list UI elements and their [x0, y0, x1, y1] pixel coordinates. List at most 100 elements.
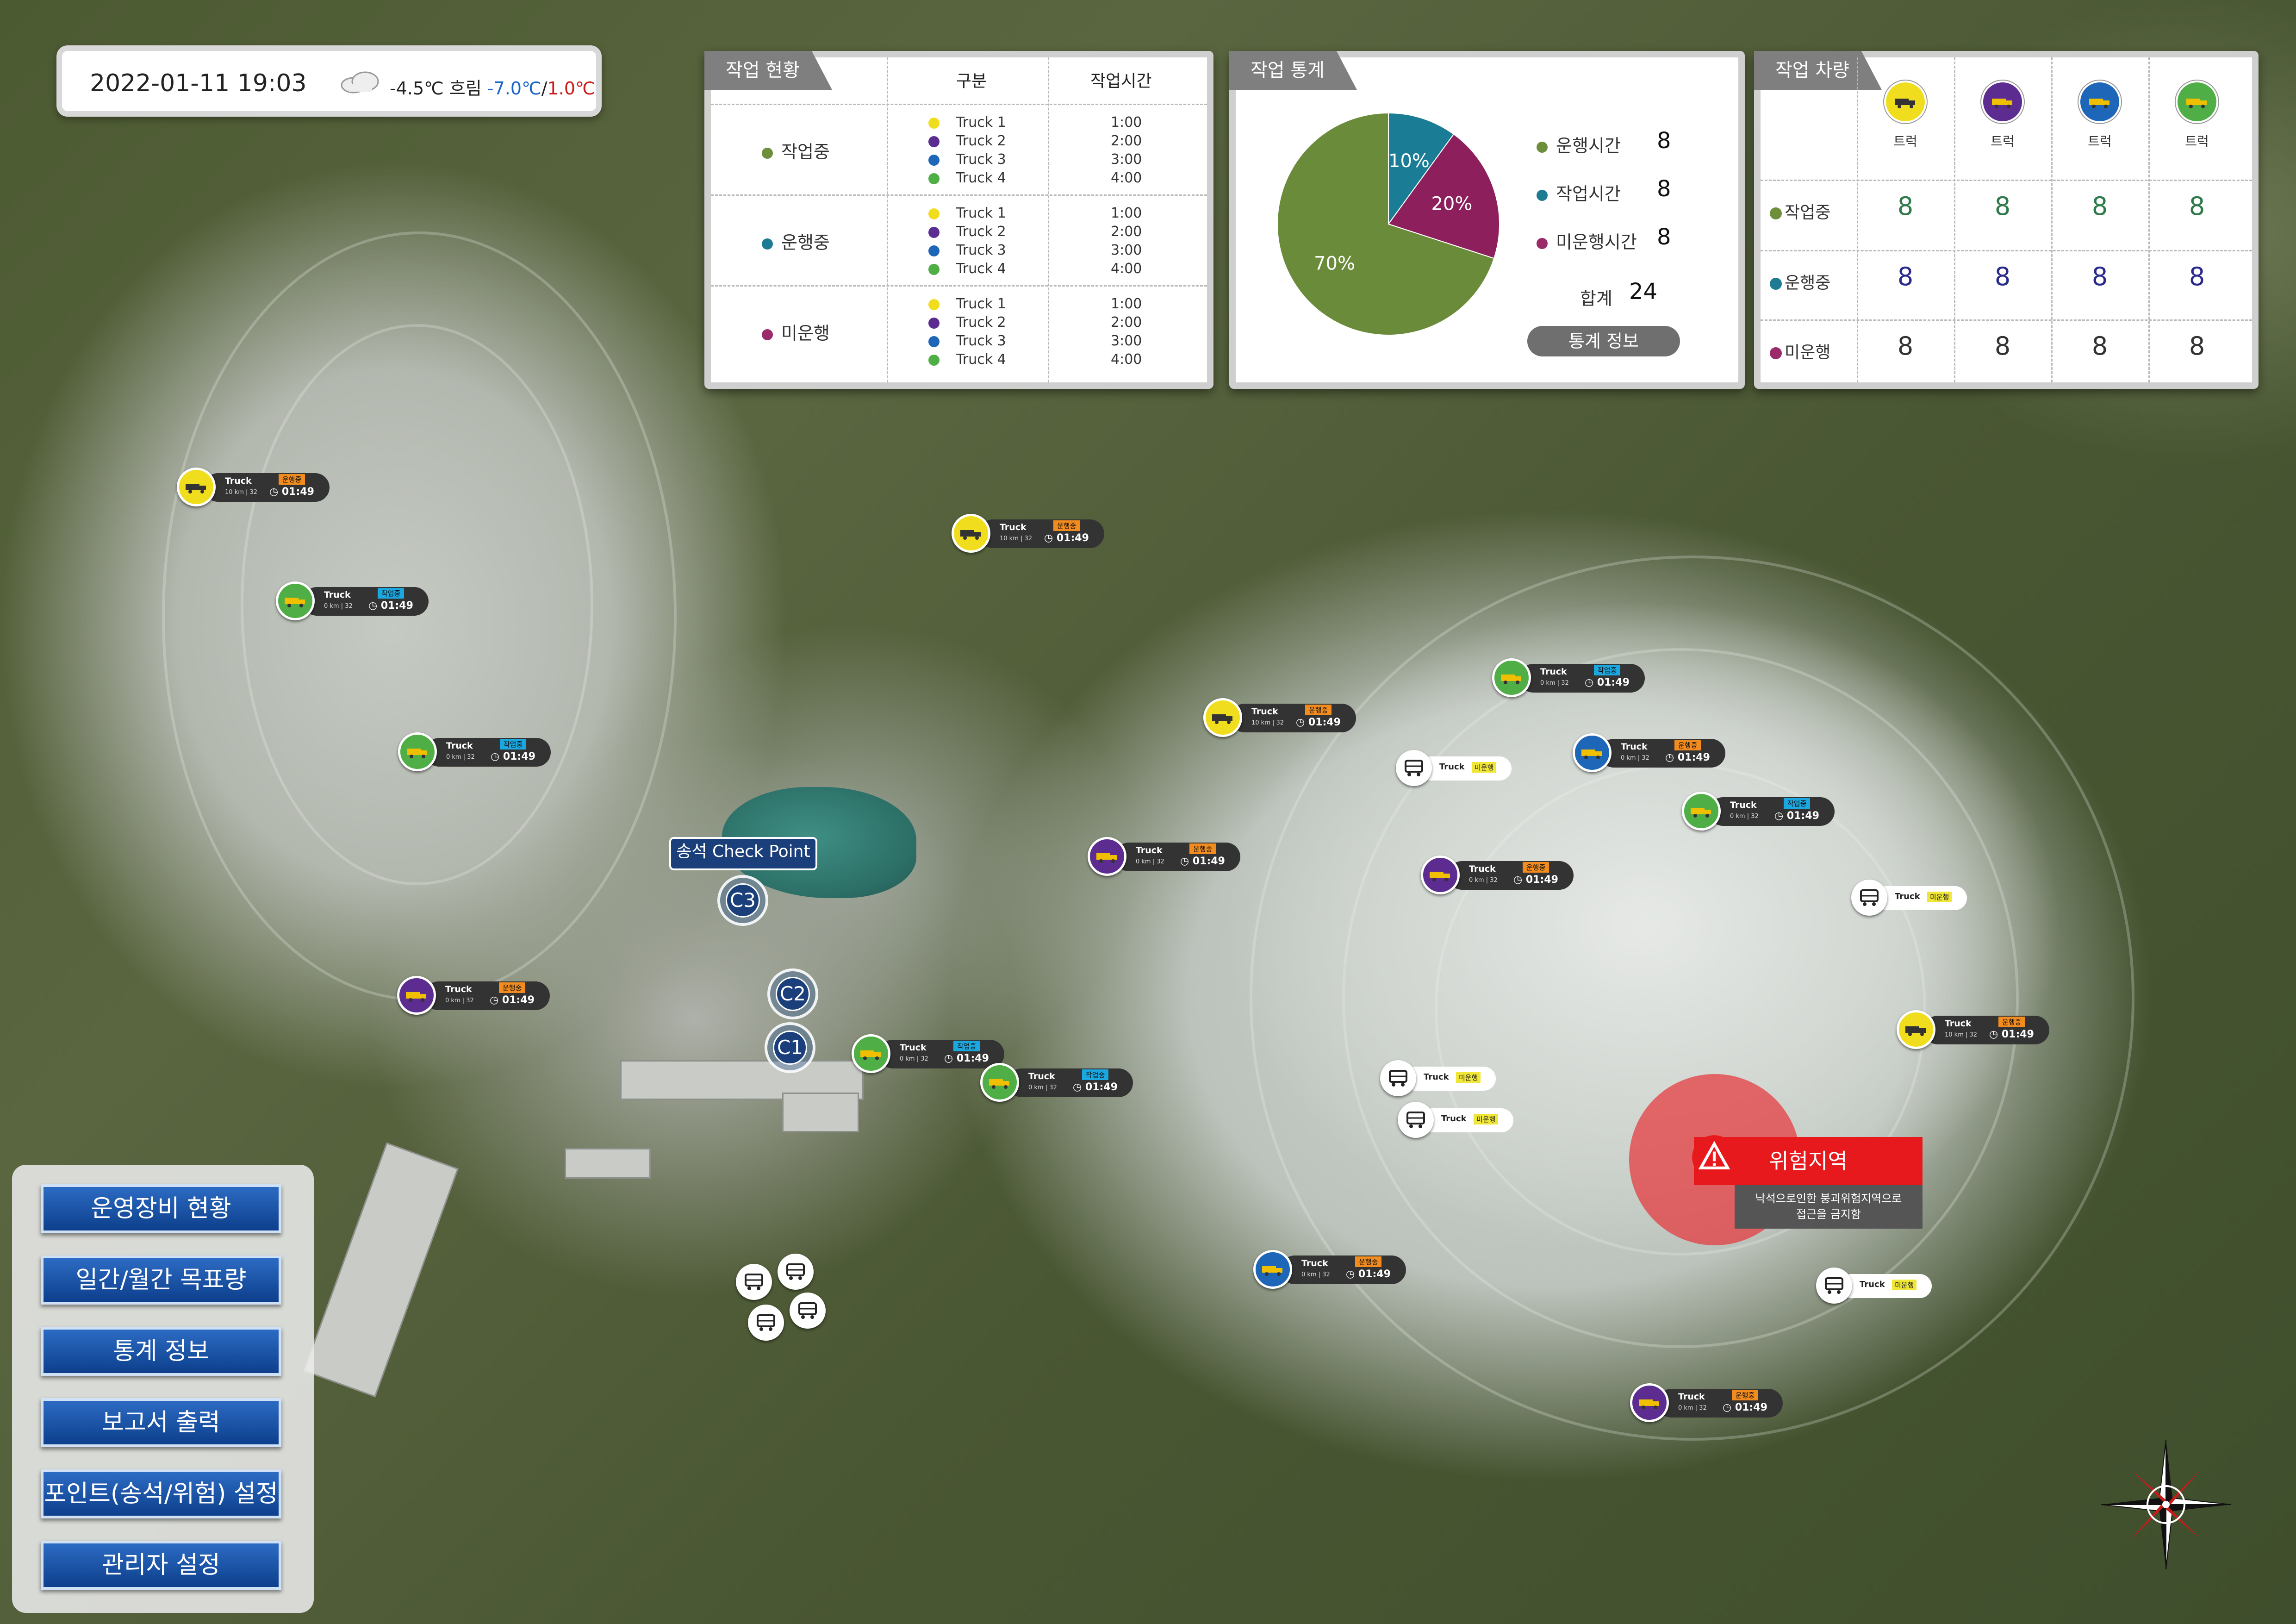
truck-status: 작업중	[1784, 798, 1811, 809]
truck-time: ◷ 01:49	[1044, 532, 1089, 544]
truck-marker[interactable]: Truck 작업중 0 km | 32 ◷ 01:49	[398, 732, 551, 772]
truck-name: Truck	[225, 476, 252, 486]
work-time: 2:00	[1111, 314, 1142, 331]
green-truck-icon	[928, 173, 940, 184]
truck-list: Truck 1 Truck 2 Truck 3 Truck 4	[928, 204, 1006, 278]
work-time: 2:00	[1111, 224, 1142, 240]
report-print-button[interactable]: 보고서 출력	[41, 1398, 281, 1447]
truck-marker[interactable]: Truck 운행중 0 km | 32 ◷ 01:49	[1630, 1383, 1783, 1423]
truck-marker[interactable]: Truck 운행중 0 km | 32 ◷ 01:49	[1088, 837, 1240, 877]
panel-title: 작업 통계	[1229, 51, 1357, 90]
truck-marker[interactable]: Truck 운행중 10 km | 32 ◷ 01:49	[177, 468, 330, 507]
idle-truck-marker[interactable]: Truck 미운행	[1380, 1060, 1496, 1097]
idle-truck-icon[interactable]	[748, 1305, 785, 1342]
yellow-truck-icon	[952, 514, 990, 553]
truck-name: Truck	[1000, 522, 1027, 532]
checkpoint-c2[interactable]: C2	[767, 968, 818, 1019]
legend-value: 8	[1657, 224, 1671, 250]
clock-icon: ◷	[1180, 856, 1193, 867]
truck-glyph	[989, 1079, 1009, 1089]
truck-glyph	[1895, 99, 1915, 108]
vehicle-column-header: 트럭	[2148, 81, 2246, 150]
vehicle-label: 트럭	[2088, 134, 2112, 149]
truck-status: 미운행	[1472, 762, 1497, 773]
truck-marker[interactable]: Truck 운행중 10 km | 32 ◷ 01:49	[1897, 1010, 2049, 1050]
truck-marker[interactable]: Truck 작업중 0 km | 32 ◷ 01:49	[276, 581, 429, 621]
target-volume-button[interactable]: 일간/월간 목표량	[41, 1255, 281, 1305]
truck-time-value: 01:49	[1786, 810, 1819, 822]
checkpoint-c1[interactable]: C1	[765, 1022, 815, 1073]
truck-time-value: 01:49	[503, 751, 535, 762]
truck-glyph	[2186, 99, 2207, 108]
truck-time-value: 01:49	[1677, 752, 1710, 763]
bus-icon	[748, 1305, 784, 1341]
truck-marker[interactable]: Truck 운행중 0 km | 32 ◷ 01:49	[1421, 856, 1574, 895]
truck-marker[interactable]: Truck 작업중 0 km | 32 ◷ 01:49	[1492, 658, 1645, 698]
truck-name: Truck 4	[956, 351, 1006, 368]
truck-glyph	[1639, 1399, 1659, 1409]
idle-truck-icon[interactable]	[778, 1254, 815, 1291]
bus-glyph	[1860, 889, 1879, 906]
clock-icon: ◷	[1989, 1029, 2002, 1040]
work-time: 4:00	[1111, 351, 1142, 368]
pie-slice-label: 20%	[1431, 194, 1472, 215]
row-label: 운행중	[1770, 269, 1830, 294]
truck-status: 미운행	[1456, 1072, 1481, 1083]
stats-info-button[interactable]: 통계 정보	[1527, 326, 1680, 356]
idle-truck-marker[interactable]: Truck 미운행	[1816, 1268, 1932, 1305]
equipment-status-button[interactable]: 운영장비 현황	[41, 1184, 281, 1233]
bus-icon	[736, 1264, 772, 1300]
vehicle-column-header: 트럭	[1857, 81, 1954, 150]
pie-chart[interactable]: 10% 20% 70%	[1273, 108, 1504, 340]
bus-icon	[1398, 1102, 1434, 1138]
admin-settings-button[interactable]: 관리자 설정	[41, 1541, 281, 1590]
green-truck-icon	[1682, 792, 1721, 831]
clock-icon: ◷	[490, 994, 502, 1006]
idle-truck-icon[interactable]	[790, 1293, 827, 1330]
truck-time-value: 01:49	[380, 600, 413, 612]
idle-truck-icon[interactable]	[736, 1264, 773, 1301]
idle-truck-marker[interactable]: Truck 미운행	[1398, 1102, 1513, 1139]
idle-truck-pill	[1419, 756, 1512, 781]
vehicle-column-header: 트럭	[2051, 81, 2148, 150]
truck-name: Truck 3	[956, 242, 1006, 258]
danger-zone-message: 낙석으로인한 붕괴위험지역으로 접근을 금지함	[1735, 1185, 1923, 1229]
vehicle-count: 8	[1994, 331, 2011, 361]
truck-name: Truck	[1678, 1392, 1705, 1402]
row-label-text: 미운행	[1785, 343, 1831, 362]
point-settings-button[interactable]: 포인트(송석/위험) 설정	[41, 1469, 281, 1518]
truck-time: ◷ 01:49	[1180, 856, 1225, 867]
truck-marker[interactable]: Truck 작업중 0 km | 32 ◷ 01:49	[1682, 792, 1835, 831]
status-group-working: 작업중 Truck 1 Truck 2 Truck 3 Truck 4 1:00…	[711, 104, 1207, 196]
legend-dot	[1537, 237, 1548, 249]
truck-marker[interactable]: Truck 운행중 10 km | 32 ◷ 01:49	[1203, 698, 1356, 738]
truck-list: Truck 1 Truck 2 Truck 3 Truck 4	[928, 295, 1006, 369]
work-time: 2:00	[1111, 133, 1142, 149]
group-label-text: 미운행	[781, 323, 830, 344]
idle-truck-marker[interactable]: Truck 미운행	[1396, 750, 1512, 787]
truck-time-value: 01:49	[1525, 874, 1558, 886]
legend-label: 미운행시간	[1556, 232, 1637, 252]
checkpoint-label[interactable]: 송석 Check Point	[669, 837, 817, 870]
truck-marker[interactable]: Truck 운행중 10 km | 32 ◷ 01:49	[952, 514, 1104, 554]
work-time: 4:00	[1111, 261, 1142, 277]
truck-marker[interactable]: Truck 운행중 0 km | 32 ◷ 01:49	[397, 976, 550, 1016]
pie-slice-label: 10%	[1388, 150, 1430, 172]
time-list: 1:00 2:00 3:00 4:00	[1111, 113, 1142, 187]
list-item: Truck 4	[928, 260, 1006, 278]
blue-truck-icon	[928, 245, 940, 256]
vehicle-label: 트럭	[1991, 134, 2015, 149]
group-label-text: 운행중	[781, 232, 830, 253]
truck-distance: 10 km | 32	[1000, 535, 1033, 542]
green-truck-icon	[928, 263, 940, 275]
building	[303, 1142, 459, 1398]
list-item: Truck 2	[928, 223, 1006, 241]
truck-marker[interactable]: Truck 운행중 0 km | 32 ◷ 01:49	[1253, 1250, 1406, 1290]
statistics-button[interactable]: 통계 정보	[41, 1327, 281, 1376]
idle-truck-marker[interactable]: Truck 미운행	[1851, 880, 1967, 917]
truck-marker[interactable]: Truck 작업중 0 km | 32 ◷ 01:49	[980, 1063, 1133, 1103]
clock-icon: ◷	[1044, 532, 1057, 544]
temp-separator: /	[541, 78, 548, 99]
checkpoint-c3[interactable]: C3	[717, 875, 768, 926]
truck-marker[interactable]: Truck 운행중 0 km | 32 ◷ 01:49	[1573, 733, 1725, 773]
